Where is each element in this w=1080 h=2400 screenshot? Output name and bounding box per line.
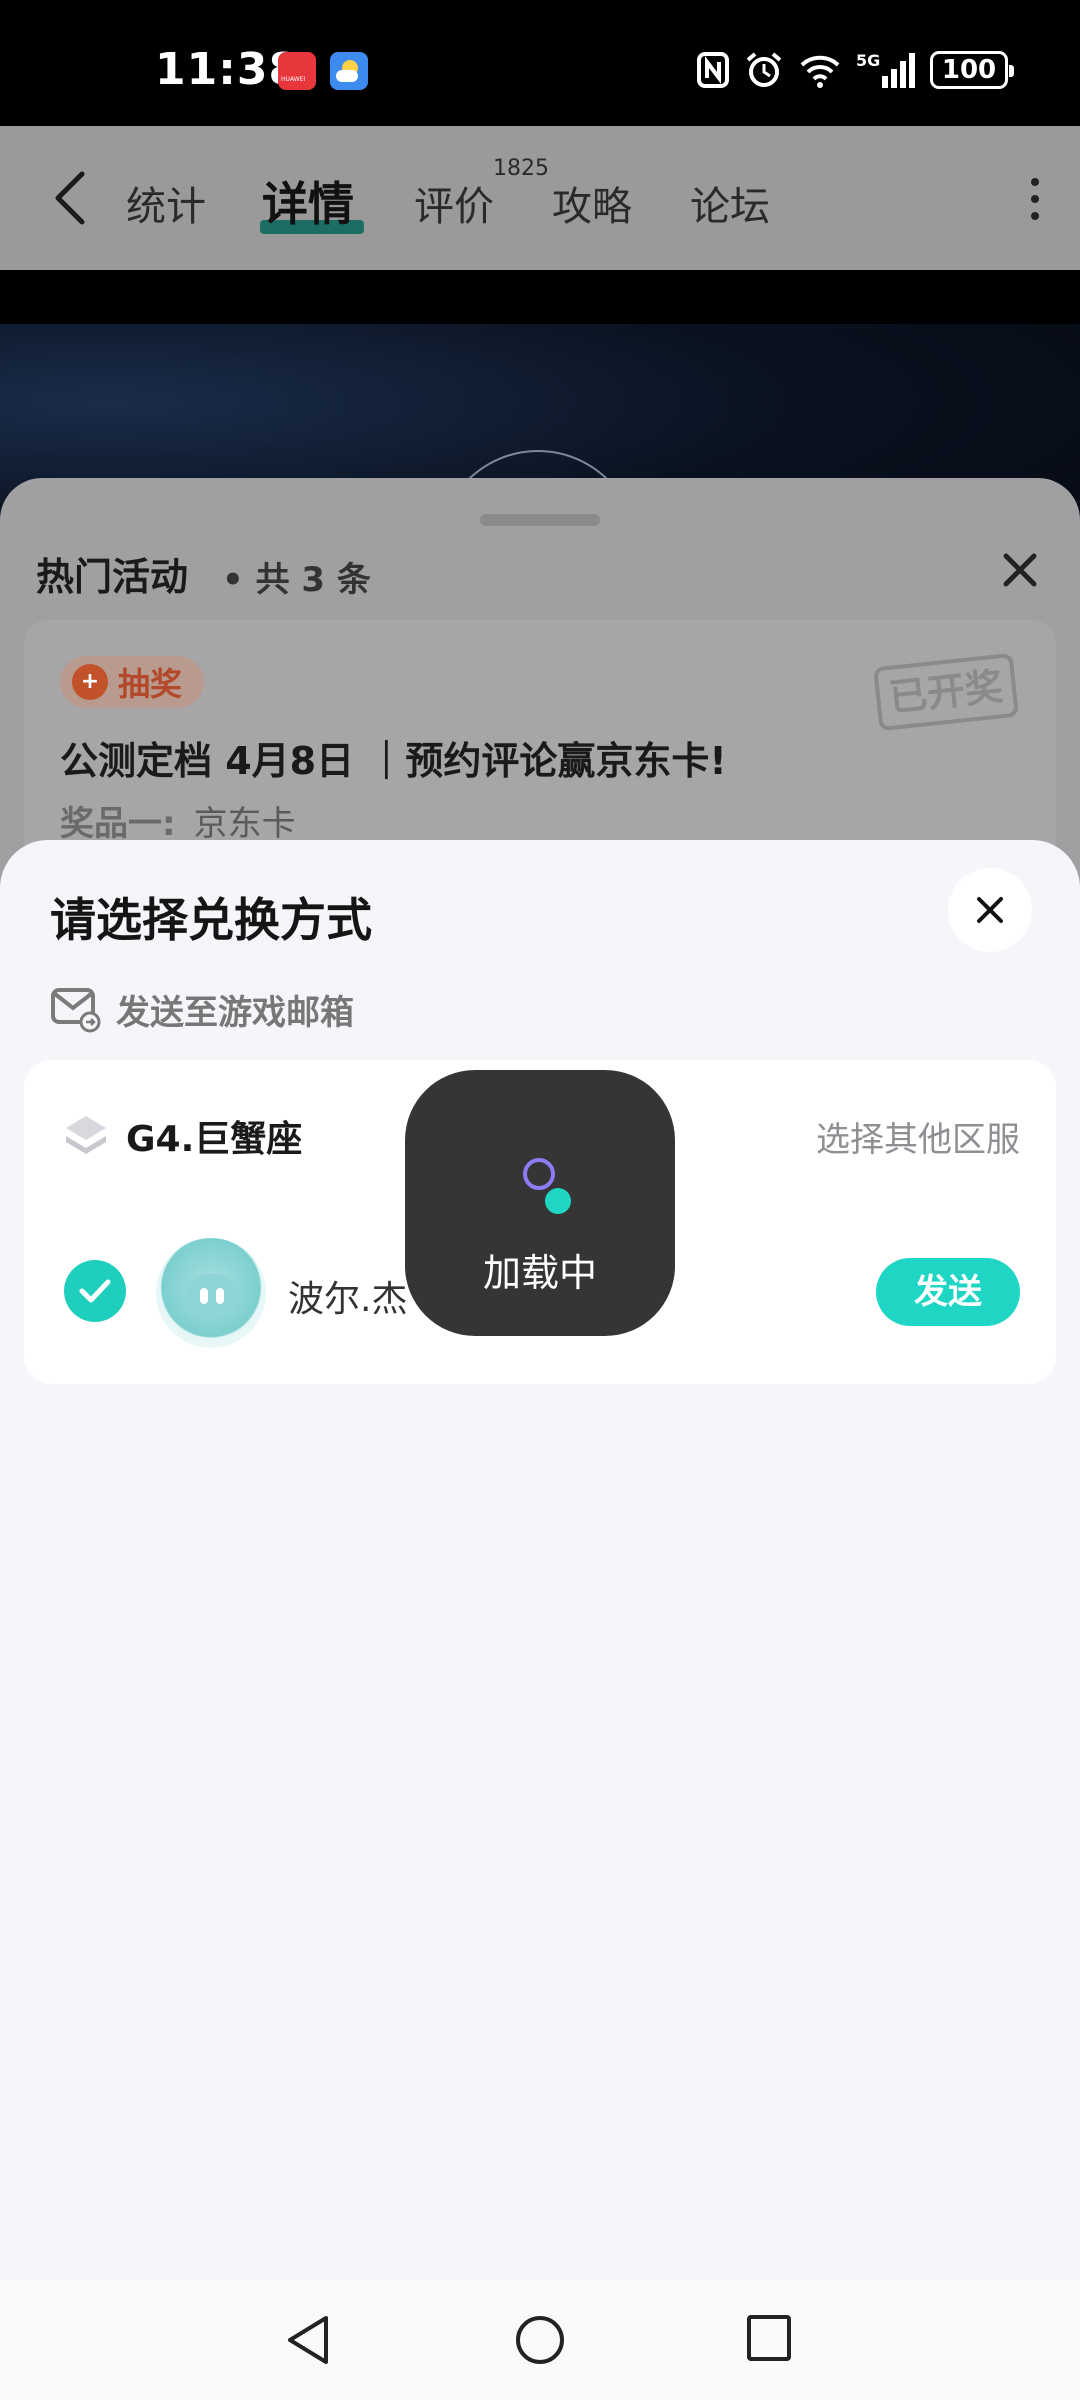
mail-option-label: 发送至游戏邮箱 — [116, 992, 354, 1033]
back-arrow-icon[interactable] — [52, 170, 88, 226]
activity-title: 热门活动 — [36, 555, 189, 599]
system-nav-bar — [0, 2280, 1080, 2400]
tab-forum[interactable]: 论坛 — [690, 174, 770, 232]
alarm-icon — [746, 52, 782, 87]
battery-indicator: 100 — [930, 51, 1014, 89]
mail-option[interactable]: 发送至游戏邮箱 — [50, 984, 354, 1034]
signal-5g-icon: 5G — [856, 51, 915, 88]
loading-dot-icon — [545, 1188, 571, 1214]
exchange-method-modal: 请选择兑换方式 发送至游戏邮箱 G4.巨蟹座 选择其他区服 波尔.杰 发送 — [0, 840, 1080, 2280]
tab-reviews[interactable]: 评价 — [414, 174, 494, 232]
nav-back-icon[interactable] — [284, 2314, 332, 2366]
player-name: 波尔.杰 — [288, 1279, 408, 1320]
player-avatar — [156, 1238, 266, 1348]
nfc-icon — [697, 52, 729, 88]
close-icon — [977, 897, 1003, 923]
gift-icon: + — [72, 664, 108, 700]
svg-text:5G: 5G — [856, 51, 880, 70]
status-bar: 11:38 5G 100 — [0, 0, 1080, 126]
close-modal-button[interactable] — [948, 868, 1032, 952]
modal-title: 请选择兑换方式 — [50, 893, 372, 947]
player-selected-checkbox[interactable] — [64, 1260, 126, 1322]
mail-icon — [51, 988, 101, 1033]
nav-recents-icon[interactable] — [746, 2314, 792, 2362]
server-name: G4.巨蟹座 — [126, 1119, 303, 1160]
system-icons: 5G 100 — [696, 50, 1014, 90]
sheet-drag-handle[interactable] — [480, 514, 600, 526]
layers-icon — [66, 1116, 106, 1154]
loading-label: 加载中 — [482, 1251, 597, 1295]
review-count-badge: 1825 — [493, 156, 549, 181]
weather-app-icon — [330, 52, 368, 90]
select-other-server-link[interactable]: 选择其他区服 — [816, 1112, 1020, 1161]
loading-spinner-icon — [523, 1158, 555, 1190]
tab-guides[interactable]: 攻略 — [552, 174, 632, 232]
close-activity-icon[interactable] — [1000, 550, 1040, 590]
tab-details[interactable]: 详情 — [262, 168, 354, 234]
lottery-tag: + 抽奖 — [60, 656, 205, 708]
prize-label: 奖品一: — [60, 804, 176, 844]
loading-toast: 加载中 — [405, 1070, 675, 1336]
activity-prize: 奖品一: 京东卡 — [60, 796, 296, 845]
huawei-app-icon — [278, 52, 316, 90]
lottery-tag-label: 抽奖 — [118, 665, 183, 703]
activity-count: • 共 3 条 — [222, 560, 371, 600]
send-button[interactable]: 发送 — [876, 1258, 1020, 1326]
app-top-nav: 统计 详情 评价 1825 攻略 论坛 — [0, 126, 1080, 270]
prize-value: 京东卡 — [193, 804, 296, 844]
wifi-icon — [800, 55, 840, 88]
tab-stats[interactable]: 统计 — [126, 174, 206, 232]
check-icon — [79, 1279, 111, 1303]
more-menu-icon[interactable] — [1030, 178, 1040, 220]
drawn-stamp: 已开奖 — [873, 652, 1019, 732]
activity-headline: 公测定档 4月8日 ｜预约评论赢京东卡! — [60, 739, 727, 783]
nav-home-icon[interactable] — [514, 2314, 566, 2366]
